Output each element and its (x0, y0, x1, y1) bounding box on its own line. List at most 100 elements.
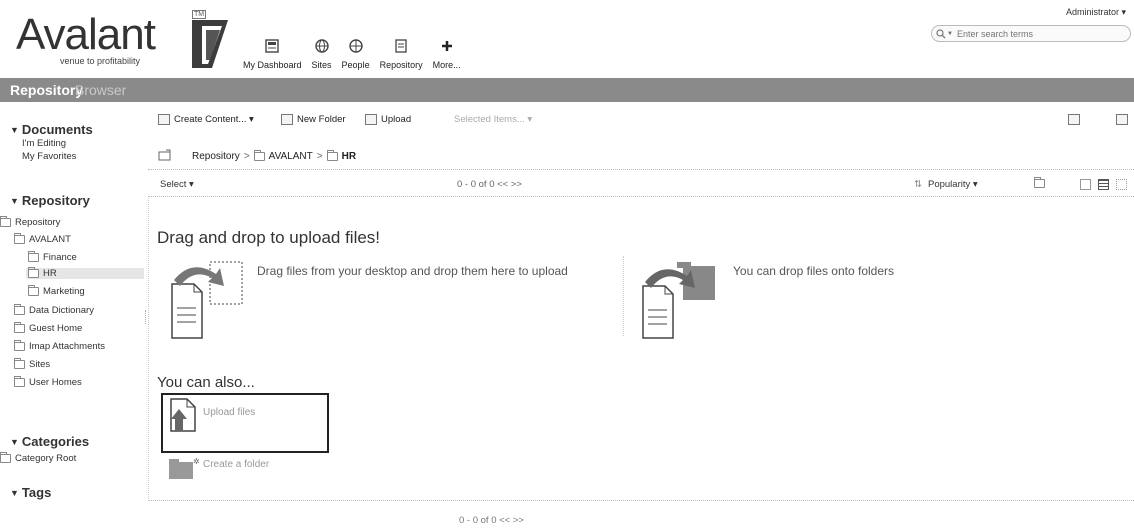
selected-items-button[interactable]: Selected Items... ▾ (454, 114, 532, 125)
section-label: Documents (21, 122, 93, 137)
detail-list-icon (1098, 179, 1109, 190)
folder-icon (14, 322, 25, 333)
sites-icon (314, 39, 329, 53)
page-subtitle: Browser (75, 82, 127, 98)
drop-onto-folder-icon (642, 262, 715, 339)
main-nav: My Dashboard Sites People Repository Mor… (238, 20, 466, 70)
tree-label: Data Dictionary (29, 305, 94, 316)
create-content-button[interactable]: Create Content... ▾ (158, 114, 254, 125)
tree-node-finance[interactable]: Finance (28, 251, 77, 263)
tree-node-marketing[interactable]: Marketing (28, 285, 85, 297)
logo[interactable]: Avalant venue to profitability TM (16, 6, 228, 68)
button-label: Upload (381, 114, 412, 125)
upload-icon (365, 114, 377, 125)
chevron-down-icon[interactable]: ▼ (947, 31, 953, 37)
breadcrumb: Repository > AVALANT > HR (148, 143, 1134, 169)
folder-add-icon (281, 114, 293, 125)
tree-label: Imap Attachments (29, 341, 106, 352)
section-toggle-tags[interactable]: ▼ Tags (10, 485, 51, 500)
document-add-icon (158, 114, 170, 125)
sidebar-item-editing[interactable]: I'm Editing (22, 138, 66, 149)
folder-open-icon (14, 233, 25, 244)
tree-label: Finance (43, 252, 77, 263)
folder-icon (28, 251, 39, 262)
calendar-icon (1068, 114, 1080, 125)
pager-bottom[interactable]: 0 - 0 of 0 << >> (459, 515, 524, 526)
plus-icon (441, 41, 452, 51)
user-menu[interactable]: Administrator ▾ (1066, 7, 1126, 18)
folder-icon (28, 285, 39, 296)
upload-button[interactable]: Upload (365, 114, 411, 125)
tree-node-avalant[interactable]: AVALANT (14, 233, 71, 245)
breadcrumb-avalant[interactable]: AVALANT (269, 151, 313, 162)
pager-top[interactable]: 0 - 0 of 0 << >> (457, 179, 522, 190)
tree-node-repository[interactable]: Repository (0, 216, 60, 228)
tree-label: Guest Home (29, 323, 83, 334)
nav-repository[interactable]: Repository (375, 20, 428, 70)
tree-node-user-homes[interactable]: User Homes (14, 376, 82, 388)
new-folder-button[interactable]: New Folder (281, 114, 346, 125)
nav-sites[interactable]: Sites (307, 20, 337, 70)
section-label: Categories (21, 434, 90, 449)
create-folder-icon: ✲ (169, 457, 199, 479)
detailed-view-icon[interactable] (1098, 179, 1109, 193)
tree-node-category-root[interactable]: Category Root (0, 452, 77, 464)
you-can-also-heading: You can also... (157, 374, 255, 391)
folder-icon (14, 340, 25, 351)
nav-people[interactable]: People (337, 20, 375, 70)
folder-up-icon[interactable] (158, 149, 172, 164)
grid-icon (1116, 179, 1127, 190)
tree-label: Marketing (43, 286, 85, 297)
search-icon (936, 28, 946, 38)
dashboard-icon (265, 39, 279, 53)
simple-view-icon[interactable] (1080, 179, 1091, 193)
nav-more[interactable]: More... (428, 20, 466, 70)
search-input[interactable] (956, 28, 1107, 39)
calendar-view-icon[interactable] (1068, 114, 1080, 125)
sort-menu[interactable]: Popularity ▾ (928, 179, 978, 190)
section-label: Tags (21, 485, 52, 500)
folder-icon (1034, 177, 1045, 188)
triangle-down-icon: ▼ (10, 196, 19, 206)
gallery-view-icon[interactable] (1116, 179, 1127, 193)
select-menu[interactable]: Select ▾ (160, 179, 194, 190)
tree-label: Category Root (15, 453, 77, 464)
document-list-area[interactable]: Drag and drop to upload files! Drag file… (148, 198, 1134, 501)
folder-open-icon (326, 149, 338, 161)
triangle-down-icon: ▼ (10, 125, 19, 135)
breadcrumb-hr[interactable]: HR (342, 151, 356, 162)
tree-node-hr[interactable]: HR (26, 267, 144, 279)
folder-icon (0, 452, 11, 463)
people-icon (348, 39, 363, 53)
logo-mark-icon (192, 20, 228, 68)
tree-label: HR (43, 268, 57, 279)
drag-drop-heading: Drag and drop to upload files! (157, 228, 381, 247)
tree-node-sites[interactable]: Sites (14, 358, 50, 370)
tree-node-data-dictionary[interactable]: Data Dictionary (14, 304, 94, 316)
folders-toggle-icon[interactable] (1034, 177, 1049, 191)
list-controls: Select ▾ 0 - 0 of 0 << >> ⇅ Popularity ▾ (148, 169, 1134, 197)
logo-tm: TM (192, 10, 207, 19)
create-folder-option[interactable]: Create a folder (203, 459, 269, 470)
folder-icon (14, 376, 25, 387)
upload-files-option[interactable]: Upload files (161, 393, 329, 453)
rss-icon[interactable] (1116, 114, 1128, 125)
tree-node-imap-attachments[interactable]: Imap Attachments (14, 340, 106, 352)
search-box[interactable]: ▼ (931, 25, 1131, 42)
section-toggle-documents[interactable]: ▼ Documents (10, 122, 93, 137)
option-label: Upload files (203, 407, 256, 418)
sidebar-item-favorites[interactable]: My Favorites (22, 151, 76, 162)
section-toggle-categories[interactable]: ▼ Categories (10, 434, 89, 449)
tree-label: AVALANT (29, 234, 71, 245)
nav-my-dashboard[interactable]: My Dashboard (238, 20, 307, 70)
folder-open-icon (28, 267, 39, 278)
folder-icon (14, 358, 25, 369)
triangle-down-icon: ▼ (10, 437, 19, 447)
nav-label: People (341, 60, 370, 70)
page-title-bar: Repository Browser (0, 78, 1134, 102)
breadcrumb-repository[interactable]: Repository (192, 151, 240, 162)
folder-icon (14, 304, 25, 315)
section-toggle-repository[interactable]: ▼ Repository (10, 193, 90, 208)
button-label: New Folder (297, 114, 346, 125)
tree-node-guest-home[interactable]: Guest Home (14, 322, 83, 334)
